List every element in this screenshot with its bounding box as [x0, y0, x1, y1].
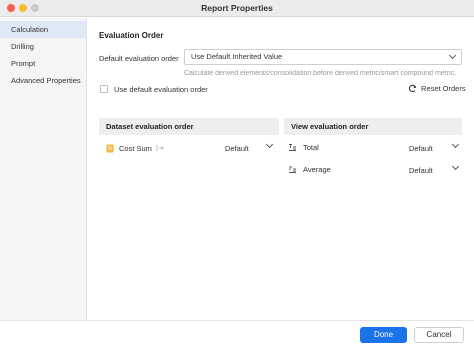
dataset-evaluation-order-header: Dataset evaluation order: [99, 118, 279, 135]
maximize-window-button[interactable]: [31, 4, 39, 12]
total-icon: [289, 143, 296, 151]
average-icon: [289, 166, 296, 173]
close-window-button[interactable]: [7, 4, 15, 12]
use-default-order-checkbox[interactable]: [100, 85, 108, 93]
evaluation-order-hint: Calculate derived elements/consolidation…: [184, 70, 456, 77]
refresh-icon: [408, 84, 417, 93]
sidebar-item-prompt[interactable]: Prompt: [0, 55, 86, 72]
window-title: Report Properties: [201, 3, 273, 13]
default-evaluation-order-value: Use Default Inherited Value: [191, 52, 283, 61]
done-button[interactable]: Done: [360, 327, 407, 343]
dataset-icon: [106, 144, 114, 152]
view-item-total-label: Total: [303, 142, 319, 152]
sidebar: Calculation Drilling Prompt Advanced Pro…: [0, 18, 87, 320]
reset-orders-button[interactable]: Reset Orders: [408, 84, 466, 93]
use-default-order-label: Use default evaluation order: [114, 85, 208, 94]
chevron-down-icon[interactable]: [451, 140, 460, 149]
title-bar: Report Properties: [0, 0, 474, 17]
default-evaluation-order-select[interactable]: Use Default Inherited Value: [184, 49, 462, 65]
sidebar-item-calculation[interactable]: Calculation: [0, 21, 86, 38]
view-item-total-order-select[interactable]: Default: [409, 144, 433, 153]
minimize-window-button[interactable]: [19, 4, 27, 12]
view-item-average-order-select[interactable]: Default: [409, 166, 433, 175]
sidebar-item-advanced-properties[interactable]: Advanced Properties: [0, 72, 86, 89]
main-content: Evaluation Order Default evaluation orde…: [87, 18, 474, 320]
default-evaluation-order-label: Default evaluation order: [99, 54, 179, 63]
view-evaluation-order-header: View evaluation order: [284, 118, 462, 135]
list-item[interactable]: Total: [288, 139, 398, 155]
list-item[interactable]: Cost Sum: [106, 140, 278, 156]
dataset-item-label: Cost Sum: [119, 143, 152, 153]
footer-divider: [0, 320, 474, 321]
list-item[interactable]: Average: [288, 161, 398, 177]
arrow-right-icon: [156, 145, 164, 151]
sidebar-item-drilling[interactable]: Drilling: [0, 38, 86, 55]
cancel-button[interactable]: Cancel: [414, 327, 464, 343]
reset-orders-label: Reset Orders: [421, 84, 466, 93]
dataset-item-order-select[interactable]: Default: [225, 144, 249, 153]
chevron-down-icon: [448, 51, 457, 60]
chevron-down-icon[interactable]: [451, 162, 460, 171]
view-item-average-label: Average: [303, 164, 331, 174]
section-title: Evaluation Order: [99, 31, 164, 40]
